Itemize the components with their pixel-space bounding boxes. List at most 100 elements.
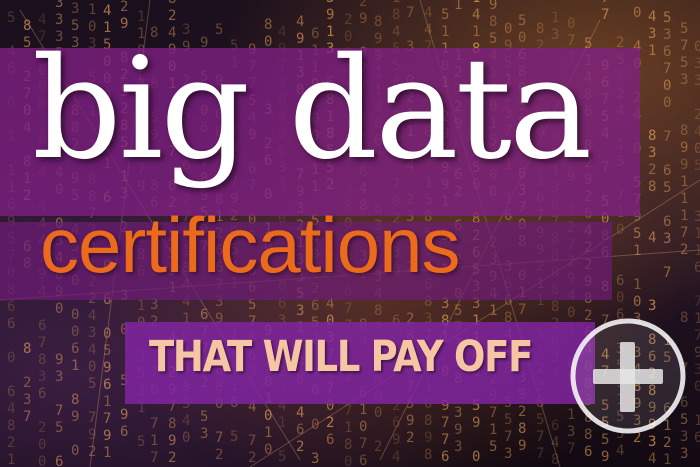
code-digit: 1	[150, 433, 158, 449]
code-digit: 5	[489, 439, 497, 455]
code-digit: 9	[103, 428, 111, 444]
code-digit: 7	[694, 328, 700, 344]
code-digit: 9	[680, 157, 688, 173]
code-digit: 6	[296, 422, 304, 438]
code-digit: 1	[137, 298, 145, 314]
code-digit: 6	[103, 377, 111, 393]
code-digit: 2	[38, 420, 46, 436]
code-digit: 3	[88, 325, 96, 341]
code-digit: 9	[71, 409, 79, 425]
code-digit: 4	[472, 7, 480, 23]
code-digit: 2	[23, 375, 31, 391]
code-digit: 0	[616, 222, 624, 238]
code-digit: 5	[663, 10, 671, 26]
code-digit: 1	[694, 226, 700, 242]
code-digit: 8	[551, 452, 559, 467]
subheadline: certifications	[40, 201, 460, 289]
code-digit: 6	[7, 316, 15, 332]
code-digit: 3	[648, 298, 656, 314]
code-digit: 4	[648, 9, 656, 25]
code-digit: 3	[55, 12, 63, 28]
code-digit: 4	[88, 342, 96, 358]
code-digit: 0	[264, 408, 272, 424]
code-digit: 2	[88, 444, 96, 460]
code-digit: 7	[536, 429, 544, 445]
code-digit: 7	[150, 416, 158, 432]
code-digit: 5	[55, 420, 63, 436]
code-digit: 8	[648, 128, 656, 144]
code-digit: 5	[103, 343, 111, 359]
code-digit: 8	[7, 418, 15, 434]
code-digit: 6	[7, 299, 15, 315]
code-digit: 6	[38, 318, 46, 334]
code-digit: 0	[7, 350, 15, 366]
code-digit: 5	[200, 409, 208, 425]
code-digit: 7	[150, 450, 158, 466]
code-digit: 3	[694, 73, 700, 89]
code-digit: 7	[536, 446, 544, 462]
code-digit: 7	[103, 411, 111, 427]
code-digit: 1	[103, 394, 111, 410]
code-digit: 7	[55, 403, 63, 419]
code-digit: 2	[663, 435, 671, 451]
code-digit: 0	[264, 442, 272, 458]
tagline: THAT WILL PAY OFF	[149, 332, 533, 382]
hero-banner: 5466111695708660648218527048126882374736…	[0, 0, 700, 467]
code-digit: 7	[489, 405, 497, 421]
code-digit: 2	[344, 12, 352, 28]
code-digit: 9	[103, 360, 111, 376]
code-digit: 1	[551, 10, 559, 26]
code-digit: 0	[38, 437, 46, 453]
code-digit: 2	[518, 404, 526, 420]
code-digit: 7	[406, 5, 414, 21]
code-digit: 0	[633, 5, 641, 21]
code-digit: 4	[182, 413, 190, 429]
code-digit: 2	[680, 242, 688, 258]
code-digit: 0	[182, 430, 190, 446]
code-digit: 0	[663, 78, 671, 94]
code-digit: 4	[424, 5, 432, 21]
code-digit: 8	[168, 416, 176, 432]
code-digit: 1	[680, 174, 688, 190]
code-digit: 9	[359, 11, 367, 27]
code-digit: 1	[472, 0, 480, 6]
code-digit: 5	[441, 7, 449, 23]
code-digit: 0	[663, 95, 671, 111]
code-digit: 1	[7, 452, 15, 467]
code-digit: 7	[663, 129, 671, 145]
code-digit: 0	[55, 301, 63, 317]
code-digit: 7	[248, 433, 256, 449]
code-digit: 5	[454, 303, 462, 319]
code-digit: 0	[694, 379, 700, 395]
code-digit: 3	[55, 0, 63, 11]
code-digit: 2	[374, 439, 382, 455]
code-digit: 6	[71, 341, 79, 357]
code-digit: 3	[663, 231, 671, 247]
code-digit: 0	[88, 359, 96, 375]
code-digit: 9	[120, 407, 128, 423]
plus-circle-icon[interactable]	[569, 317, 687, 435]
headline: big data	[32, 28, 592, 191]
code-digit: 3	[311, 451, 319, 467]
code-digit: 5	[504, 412, 512, 428]
code-digit: 7	[504, 429, 512, 445]
code-digit: 8	[168, 0, 176, 7]
code-digit: 5	[536, 412, 544, 428]
code-digit: 3	[648, 145, 656, 161]
code-digit: 9	[406, 413, 414, 429]
code-digit: 4	[392, 449, 400, 465]
code-digit: 2	[326, 415, 334, 431]
code-digit: 1	[137, 9, 145, 25]
code-digit: 0	[633, 294, 641, 310]
code-digit: 3	[648, 434, 656, 450]
code-digit: 2	[359, 0, 367, 10]
code-digit: 1	[680, 208, 688, 224]
code-digit: 6	[7, 384, 15, 400]
code-digit: 4	[648, 451, 656, 467]
code-digit: 6	[326, 432, 334, 448]
code-digit: 7	[680, 225, 688, 241]
code-digit: 3	[200, 426, 208, 442]
code-digit: 7	[518, 302, 526, 318]
code-digit: 7	[88, 410, 96, 426]
code-digit: 5	[230, 429, 238, 445]
